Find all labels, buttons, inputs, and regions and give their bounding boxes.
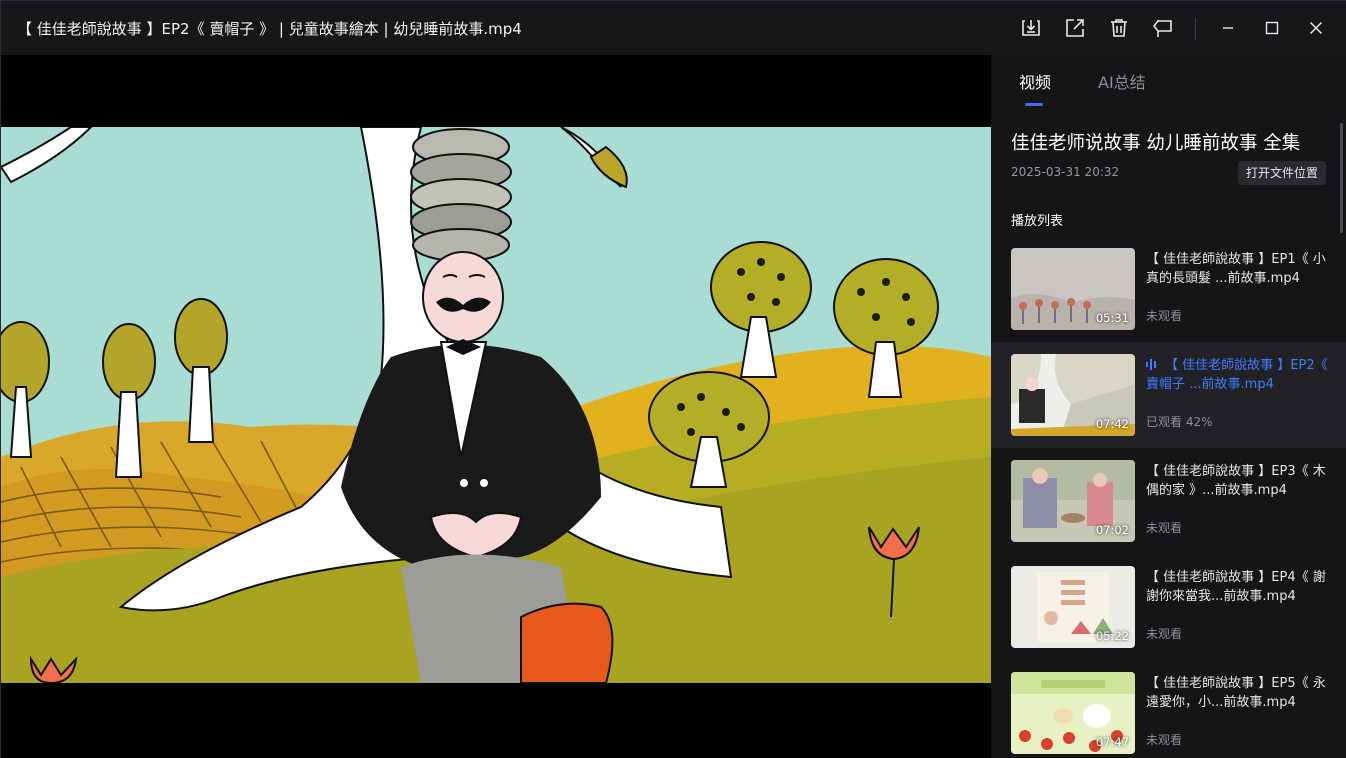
video-player[interactable] [1,55,991,758]
minimize-icon[interactable] [1215,15,1241,41]
player-window: 【 佳佳老師說故事 】EP2《 賣帽子 》 | 兒童故事繪本 | 幼兒睡前故事.… [0,0,1346,758]
open-file-location-button[interactable]: 打开文件位置 [1238,161,1326,185]
playlist-heading: 播放列表 [1011,214,1064,229]
video-thumbnail: 07:42 [1011,354,1135,436]
watch-status: 未观看 [1146,733,1183,747]
video-thumbnail: 07:02 [1011,460,1135,542]
video-thumbnail: 07:47 [1011,672,1135,754]
share-icon[interactable] [1062,15,1088,41]
playlist-item-title: 【 佳佳老師說故事 】EP5《 永遠愛你，小...前故事.mp4 [1146,676,1326,710]
collection-title: 佳佳老师说故事 幼儿睡前故事 全集 [1011,133,1301,154]
playlist-item-title: 【 佳佳老師說故事 】EP4《 謝謝你來當我...前故事.mp4 [1146,570,1326,604]
playlist-item[interactable]: 07:02 【 佳佳老師說故事 】EP3《 木偶的家 》...前故事.mp4 未… [991,448,1346,554]
now-playing-icon [1146,359,1156,370]
video-thumbnail: 05:31 [1011,248,1135,330]
playlist-item[interactable]: 05:31 【 佳佳老師說故事 】EP1《 小真的長頭髮 ...前故事.mp4 … [991,236,1346,342]
watch-status: 未观看 [1146,309,1183,323]
delete-icon[interactable] [1106,15,1132,41]
window-title: 【 佳佳老師說故事 】EP2《 賣帽子 》 | 兒童故事繪本 | 幼兒睡前故事.… [17,20,522,38]
maximize-icon[interactable] [1259,15,1285,41]
active-tab-indicator [1025,103,1043,106]
playlist-item-title-text: 【 佳佳老師說故事 】EP2《 賣帽子 ...前故事.mp4 [1146,358,1328,392]
titlebar-separator [1195,18,1196,40]
video-duration: 07:47 [1095,735,1129,749]
collection-date: 2025-03-31 20:32 [1011,165,1120,179]
playlist-sidebar: 视频 AI总结 佳佳老师说故事 幼儿睡前故事 全集 2025-03-31 20:… [991,55,1346,758]
tab-video[interactable]: 视频 [1019,69,1051,93]
sidebar-scrollbar[interactable] [1340,123,1343,233]
watch-status: 未观看 [1146,521,1183,535]
playlist-item-title: 【 佳佳老師說故事 】EP2《 賣帽子 ...前故事.mp4 [1146,356,1331,394]
playlist-item-active[interactable]: 07:42 【 佳佳老師說故事 】EP2《 賣帽子 ...前故事.mp4 已观看… [991,342,1346,448]
video-duration: 05:22 [1095,629,1129,643]
video-duration: 07:02 [1095,523,1129,537]
video-duration: 05:31 [1095,311,1129,325]
playlist-item[interactable]: 05:22 【 佳佳老師說故事 】EP4《 謝謝你來當我...前故事.mp4 未… [991,554,1346,660]
video-frame[interactable] [1,127,991,683]
title-bar: 【 佳佳老師說故事 】EP2《 賣帽子 》 | 兒童故事繪本 | 幼兒睡前故事.… [1,1,1346,55]
playlist-item-title: 【 佳佳老師說故事 】EP1《 小真的長頭髮 ...前故事.mp4 [1146,252,1326,286]
close-icon[interactable] [1303,15,1329,41]
tab-ai-summary[interactable]: AI总结 [1098,69,1146,93]
video-thumbnail: 05:22 [1011,566,1135,648]
watch-status: 未观看 [1146,627,1183,641]
watch-status: 已观看 42% [1146,415,1213,429]
playlist-item[interactable]: 07:47 【 佳佳老師說故事 】EP5《 永遠愛你，小...前故事.mp4 未… [991,660,1346,758]
playlist-item-title: 【 佳佳老師說故事 】EP3《 木偶的家 》...前故事.mp4 [1146,464,1326,498]
pin-icon[interactable] [1150,15,1176,41]
video-duration: 07:42 [1095,417,1129,431]
download-icon[interactable] [1018,15,1044,41]
sidebar-tabs: 视频 AI总结 [991,55,1346,115]
